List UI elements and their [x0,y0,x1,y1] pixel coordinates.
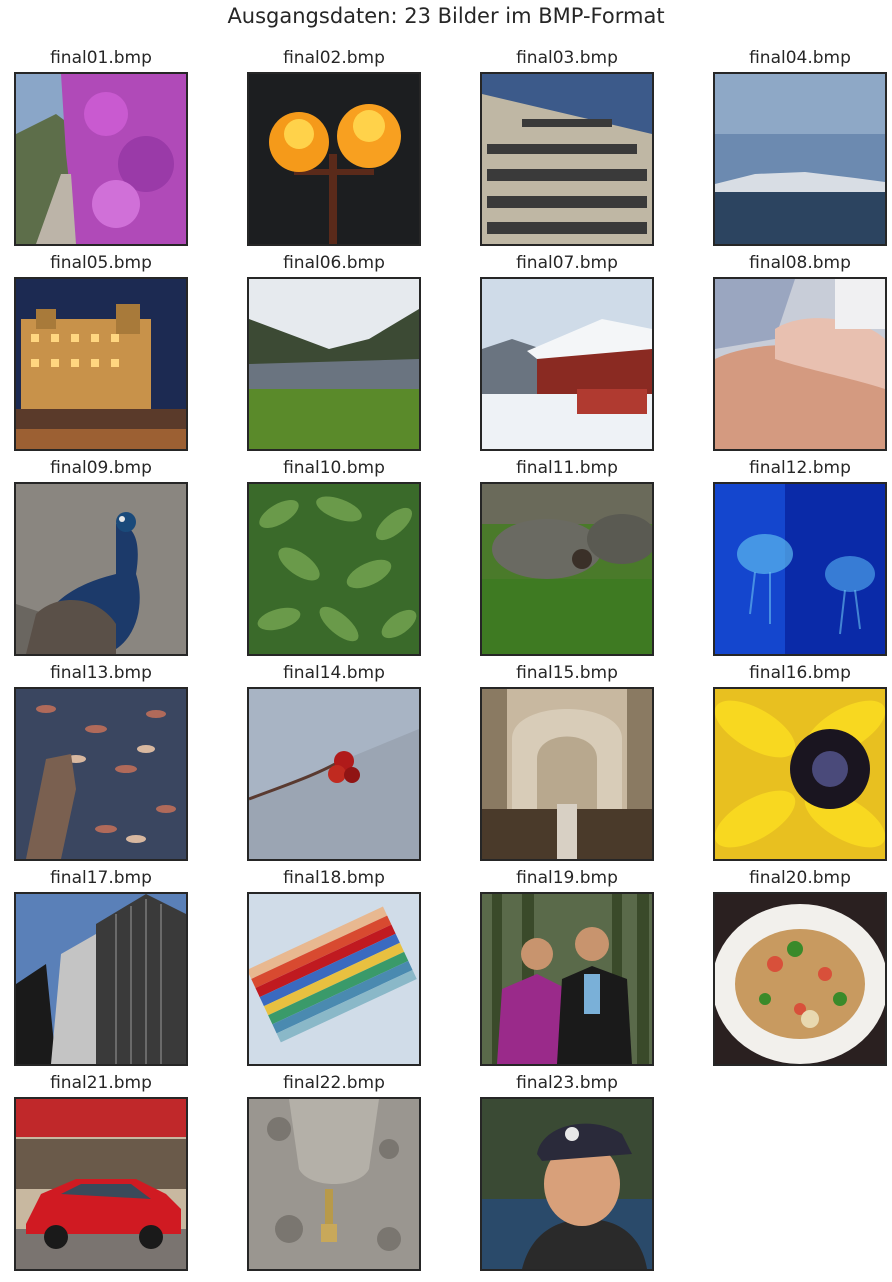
image-thumbnail [14,72,188,246]
image-filename-label: final04.bmp [749,48,851,68]
image-filename-label: final22.bmp [283,1073,385,1093]
image-thumbnail [14,687,188,861]
image-tile: final22.bmp [247,1073,421,1271]
thumbnail-baby-hand [715,279,885,449]
thumbnail-noodle-dish [715,894,885,1064]
image-thumbnail [480,482,654,656]
image-filename-label: final10.bmp [283,458,385,478]
image-tile: final13.bmp [14,663,188,861]
image-thumbnail [480,687,654,861]
thumbnail-green-leaves [249,484,419,654]
image-thumbnail [480,1097,654,1271]
image-filename-label: final09.bmp [50,458,152,478]
image-tile: final09.bmp [14,458,188,656]
image-thumbnail [14,482,188,656]
image-thumbnail [247,482,421,656]
thumbnail-rosehip-branch [249,689,419,859]
image-filename-label: final20.bmp [749,868,851,888]
image-filename-label: final08.bmp [749,253,851,273]
image-filename-label: final14.bmp [283,663,385,683]
image-tile: final19.bmp [480,868,654,1066]
image-tile: final17.bmp [14,868,188,1066]
thumbnail-hedgehogs [482,484,652,654]
image-tile: final18.bmp [247,868,421,1066]
thumbnail-red-car [16,1099,186,1269]
thumbnail-jellyfish [715,484,885,654]
image-thumbnail [14,277,188,451]
thumbnail-man-cap [482,1099,652,1269]
figure-title: Ausgangsdaten: 23 Bilder im BMP-Format [227,4,665,28]
image-filename-label: final07.bmp [516,253,618,273]
image-thumbnail [247,892,421,1066]
image-thumbnail [247,687,421,861]
image-thumbnail [14,1097,188,1271]
image-thumbnail [713,687,887,861]
image-thumbnail [247,72,421,246]
image-filename-label: final19.bmp [516,868,618,888]
thumbnail-street-lamps [249,74,419,244]
image-tile: final16.bmp [713,663,887,861]
image-tile: final14.bmp [247,663,421,861]
image-filename-label: final16.bmp [749,663,851,683]
image-tile: final01.bmp [14,48,188,246]
image-tile: final20.bmp [713,868,887,1066]
image-filename-label: final17.bmp [50,868,152,888]
image-filename-label: final06.bmp [283,253,385,273]
image-filename-label: final02.bmp [283,48,385,68]
image-tile: final03.bmp [480,48,654,246]
image-filename-label: final13.bmp [50,663,152,683]
image-filename-label: final11.bmp [516,458,618,478]
thumbnail-cathedral [482,689,652,859]
image-filename-label: final03.bmp [516,48,618,68]
thumbnail-snow-cabin [482,279,652,449]
image-thumbnail [480,892,654,1066]
image-tile: final11.bmp [480,458,654,656]
thumbnail-couple-forest [482,894,652,1064]
image-filename-label: final23.bmp [516,1073,618,1093]
thumbnail-flower-wall [16,74,186,244]
image-thumbnail [713,482,887,656]
image-tile: final04.bmp [713,48,887,246]
image-thumbnail [14,892,188,1066]
image-thumbnail [247,277,421,451]
image-thumbnail [713,892,887,1066]
image-tile: final07.bmp [480,253,654,451]
image-tile: final06.bmp [247,253,421,451]
thumbnail-yellow-flower [715,689,885,859]
image-tile: final05.bmp [14,253,188,451]
image-tile: final10.bmp [247,458,421,656]
thumbnail-hotel-night [16,279,186,449]
image-filename-label: final05.bmp [50,253,152,273]
image-filename-label: final18.bmp [283,868,385,888]
image-thumbnail [713,72,887,246]
image-thumbnail [480,72,654,246]
thumbnail-color-swatches [249,894,419,1064]
image-tile: final12.bmp [713,458,887,656]
image-tile: final21.bmp [14,1073,188,1271]
image-tile: final23.bmp [480,1073,654,1271]
image-tile: final02.bmp [247,48,421,246]
thumbnail-river-valley [249,279,419,449]
thumbnail-stone-faucet [249,1099,419,1269]
thumbnail-skyscraper [16,894,186,1064]
image-tile: final08.bmp [713,253,887,451]
thumbnail-sea-dusk [715,74,885,244]
thumbnail-peacock [16,484,186,654]
image-thumbnail [480,277,654,451]
image-filename-label: final15.bmp [516,663,618,683]
image-thumbnail [713,277,887,451]
image-filename-label: final21.bmp [50,1073,152,1093]
thumbnail-leaves-water [16,689,186,859]
image-filename-label: final01.bmp [50,48,152,68]
image-filename-label: final12.bmp [749,458,851,478]
thumbnail-warning-sign [482,74,652,244]
image-tile: final15.bmp [480,663,654,861]
image-thumbnail [247,1097,421,1271]
